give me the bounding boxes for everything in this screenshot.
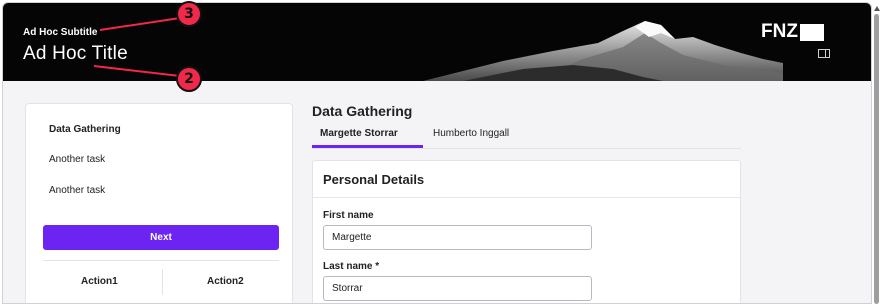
action-separator [162,269,163,295]
first-name-label: First name [323,210,374,221]
card-divider [313,197,740,198]
action2-button[interactable]: Action2 [207,276,244,287]
tab-margette-storrar[interactable]: Margette Storrar [320,128,398,139]
task-sidebar: Data Gathering Another task Another task… [25,103,293,303]
next-button[interactable]: Next [43,225,279,250]
personal-details-card: Personal Details First name Last name * [312,160,741,303]
section-heading: Data Gathering [312,103,413,119]
card-title: Personal Details [323,172,425,187]
task-item-another-task-2[interactable]: Another task [49,185,105,196]
last-name-field[interactable] [323,276,592,301]
last-name-label: Last name * [323,261,380,272]
action1-button[interactable]: Action1 [81,276,118,287]
task-item-another-task[interactable]: Another task [49,154,105,165]
annotation-badge-3: 3 [176,1,202,27]
task-item-data-gathering[interactable]: Data Gathering [49,124,121,135]
tab-humberto-inggall[interactable]: Humberto Inggall [433,128,509,139]
annotation-arrow-3 [93,17,181,77]
annotation-badge-2: 2 [176,66,202,92]
tabs-divider [312,148,741,149]
sidebar-divider [43,260,279,261]
first-name-field[interactable] [323,225,592,250]
scroll-up-icon[interactable] [874,6,880,11]
scrollbar[interactable] [874,14,879,304]
